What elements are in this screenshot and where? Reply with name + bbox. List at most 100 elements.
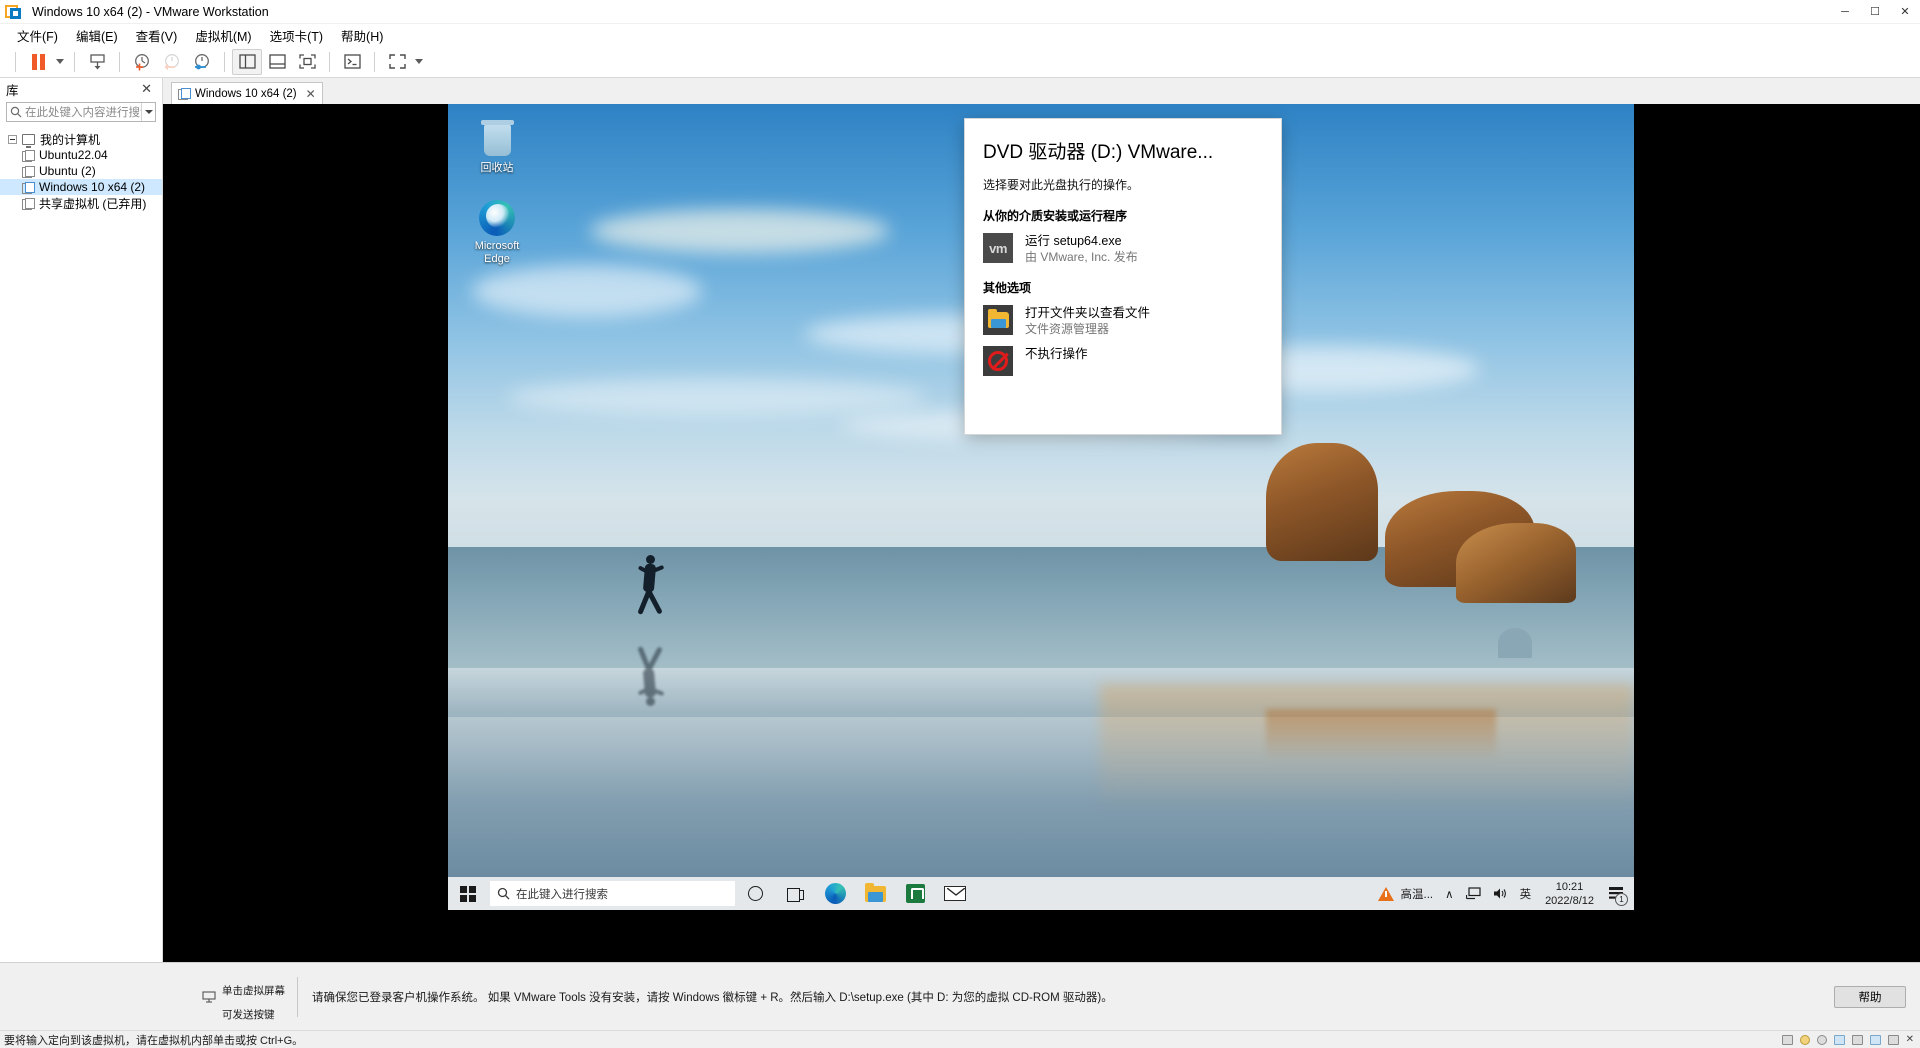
option-secondary-label: 由 VMware, Inc. 发布 — [1025, 250, 1138, 264]
tree-item-windows-10-x64-2[interactable]: Windows 10 x64 (2) — [0, 179, 162, 195]
library-search[interactable]: 在此处键入内容进行搜索 — [6, 102, 156, 122]
help-button[interactable]: 帮助 — [1834, 985, 1906, 1008]
task-view-icon — [786, 887, 804, 902]
runner-reflection — [637, 636, 665, 706]
folder-icon — [983, 305, 1013, 335]
taskbar-search-input[interactable]: 在此键入进行搜索 — [516, 886, 608, 902]
no-action-icon — [983, 346, 1013, 376]
maximize-button[interactable]: ☐ — [1860, 0, 1890, 24]
microsoft-store-button[interactable] — [895, 877, 935, 910]
taskbar-search-box[interactable]: 在此键入进行搜索 — [490, 881, 735, 906]
tree-item-ubuntu-2[interactable]: Ubuntu (2) — [0, 163, 162, 179]
store-icon — [905, 884, 925, 903]
snapshot-revert-icon — [164, 53, 179, 70]
option-primary-label: 不执行操作 — [1025, 347, 1088, 361]
tree-item-label: Ubuntu (2) — [39, 164, 96, 178]
usb-status-icon[interactable] — [1851, 1034, 1863, 1045]
guest-desktop[interactable]: 回收站 Microsoft Edge DVD 驱动器 (D:) VMware..… — [448, 104, 1634, 910]
tree-item-ubuntu2204[interactable]: Ubuntu22.04 — [0, 147, 162, 163]
snapshot-add-icon — [135, 53, 149, 70]
menu-view[interactable]: 查看(V) — [127, 24, 187, 47]
tree-item-label: Windows 10 x64 (2) — [39, 180, 146, 194]
sound-status-icon[interactable] — [1869, 1034, 1881, 1045]
network-icon — [1465, 887, 1481, 900]
fullscreen-button[interactable] — [382, 49, 412, 75]
tray-overflow-button[interactable]: ∧ — [1439, 877, 1459, 910]
autoplay-option-run-setup64[interactable]: vm 运行 setup64.exe 由 VMware, Inc. 发布 — [965, 224, 1281, 265]
revert-snapshot-button[interactable] — [157, 49, 187, 75]
collapse-icon[interactable] — [8, 134, 17, 144]
tree-item-shared-vms[interactable]: 共享虚拟机 (已弃用) — [0, 195, 162, 211]
vm-running-icon — [22, 181, 35, 194]
search-input[interactable]: 在此处键入内容进行搜索 — [25, 104, 141, 120]
library-header: 库 ✕ — [0, 78, 162, 100]
toolbar-separator — [224, 51, 225, 72]
clock-date: 2022/8/12 — [1545, 894, 1594, 907]
keyboard-hint-text: 单击虚拟屏幕 可发送按键 — [222, 973, 285, 1021]
cortana-icon — [747, 886, 763, 901]
menu-tabs[interactable]: 选项卡(T) — [261, 24, 332, 47]
printer-status-icon[interactable] — [1887, 1034, 1899, 1045]
autoplay-option-take-no-action[interactable]: 不执行操作 — [965, 337, 1281, 376]
mail-button[interactable] — [935, 877, 975, 910]
shared-vm-icon — [22, 197, 35, 210]
autoplay-dialog[interactable]: DVD 驱动器 (D:) VMware... 选择要对此光盘执行的操作。 从你的… — [965, 119, 1281, 434]
pause-icon — [31, 53, 45, 70]
volume-button[interactable] — [1487, 877, 1514, 910]
menu-file[interactable]: 文件(F) — [8, 24, 67, 47]
taskbar-clock[interactable]: 10:21 2022/8/12 — [1537, 880, 1602, 908]
show-thumbnails-button[interactable] — [292, 49, 322, 75]
computer-icon — [22, 133, 35, 148]
tab-windows-10-x64-2[interactable]: Windows 10 x64 (2) ✕ — [171, 82, 323, 104]
ime-indicator[interactable]: 英 — [1514, 877, 1538, 910]
minimize-button[interactable]: ─ — [1830, 0, 1860, 24]
folder-icon — [864, 882, 886, 902]
status-close-icon[interactable]: ✕ — [1906, 1034, 1914, 1045]
autoplay-option-open-folder[interactable]: 打开文件夹以查看文件 文件资源管理器 — [965, 296, 1281, 337]
cortana-button[interactable] — [735, 877, 775, 910]
fullscreen-dropdown-chevron-down-icon[interactable] — [412, 49, 426, 75]
library-close-icon[interactable]: ✕ — [137, 81, 156, 97]
mail-icon — [944, 886, 966, 901]
show-console-button[interactable] — [262, 49, 292, 75]
toolbar-separator — [15, 51, 16, 72]
tab-close-icon[interactable]: ✕ — [306, 87, 316, 101]
file-explorer-button[interactable] — [855, 877, 895, 910]
status-message: 要将输入定向到该虚拟机，请在虚拟机内部单击或按 Ctrl+G。 — [4, 1034, 304, 1047]
desktop-icon-recycle-bin[interactable]: 回收站 — [462, 118, 532, 175]
pause-vm-button[interactable] — [23, 49, 53, 75]
network-button[interactable] — [1460, 877, 1487, 910]
start-button[interactable] — [448, 877, 488, 910]
vm-icon — [22, 165, 35, 178]
action-center-button[interactable]: 1 — [1602, 877, 1630, 910]
menu-help[interactable]: 帮助(H) — [332, 24, 392, 47]
close-button[interactable]: ✕ — [1890, 0, 1920, 24]
vm-icon — [22, 149, 35, 162]
desktop-icon-edge[interactable]: Microsoft Edge — [462, 196, 532, 266]
tree-item-label: 我的计算机 — [40, 132, 101, 147]
edge-icon — [824, 883, 846, 904]
menu-vm[interactable]: 虚拟机(M) — [186, 24, 260, 47]
temperature-warning[interactable]: 高温... — [1372, 877, 1440, 910]
show-library-button[interactable] — [232, 48, 262, 75]
edge-taskbar-button[interactable] — [815, 877, 855, 910]
recycle-bin-icon — [462, 118, 532, 162]
runner-silhouette — [637, 555, 665, 617]
search-history-chevron-down-icon[interactable] — [141, 103, 155, 121]
floppy-status-icon[interactable] — [1816, 1034, 1827, 1045]
autoplay-section-install-header: 从你的介质安装或运行程序 — [983, 209, 1128, 223]
task-view-button[interactable] — [775, 877, 815, 910]
pause-dropdown-chevron-down-icon[interactable] — [53, 49, 67, 75]
vmware-tools-message: 请确保您已登录客户机操作系统。 如果 VMware Tools 没有安装，请按 … — [312, 991, 1113, 1004]
take-snapshot-button[interactable] — [127, 49, 157, 75]
menu-edit[interactable]: 编辑(E) — [67, 24, 127, 47]
harddisk-status-icon[interactable] — [1781, 1034, 1793, 1045]
snapshot-manager-button[interactable] — [187, 49, 217, 75]
console-terminal-button[interactable] — [337, 49, 367, 75]
tree-item-my-computer[interactable]: 我的计算机 — [0, 131, 162, 148]
cd-status-icon[interactable] — [1799, 1034, 1810, 1045]
vm-console-area[interactable]: 回收站 Microsoft Edge DVD 驱动器 (D:) VMware..… — [163, 104, 1920, 962]
warning-icon — [1377, 886, 1394, 901]
send-keys-button[interactable] — [82, 49, 112, 75]
network-status-icon[interactable] — [1833, 1034, 1845, 1045]
